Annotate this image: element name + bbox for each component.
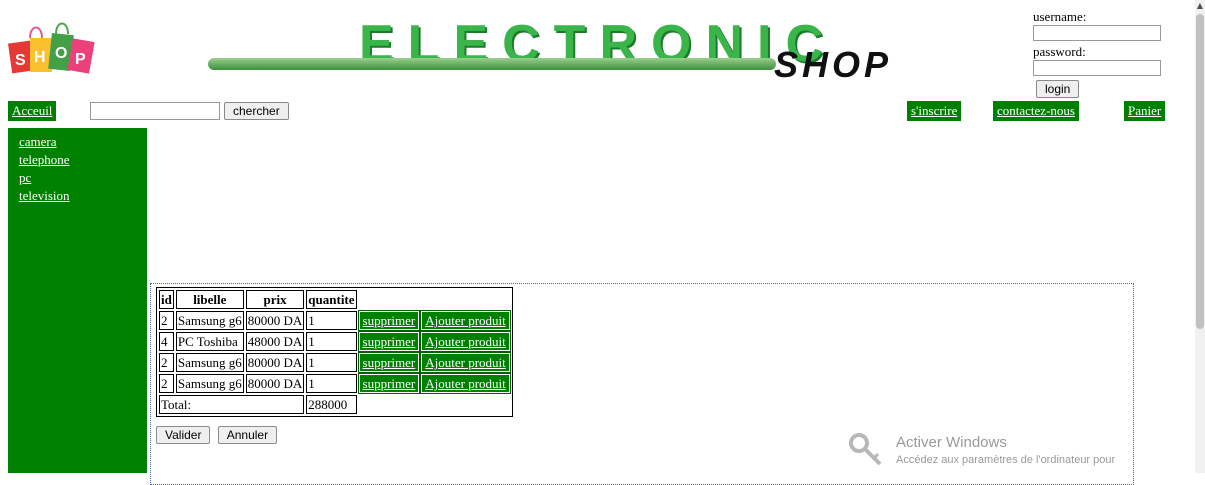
add-product-link[interactable]: Ajouter produit	[425, 313, 506, 328]
cell-id: 2	[159, 353, 174, 372]
column-header-libelle: libelle	[175, 290, 244, 309]
table-row: 4 PC Toshiba 48000 DA 1 supprimer Ajoute…	[159, 331, 511, 352]
cancel-button[interactable]: Annuler	[217, 426, 278, 444]
scroll-up-arrow-icon[interactable]: ▲	[1195, 0, 1205, 12]
key-icon	[849, 433, 882, 466]
add-action: Ajouter produit	[420, 310, 511, 331]
category-sidebar: camera telephone pc television	[8, 128, 147, 473]
cell-libelle: Samsung g6	[175, 311, 244, 330]
cell-quantite: 1	[306, 332, 357, 351]
username-label: username:	[1033, 9, 1087, 24]
add-action: Ajouter produit	[420, 352, 511, 373]
cell-libelle: PC Toshiba	[175, 332, 244, 351]
password-input[interactable]	[1033, 60, 1161, 76]
nav-cart-link[interactable]: Panier	[1124, 101, 1166, 121]
banner-subtitle: SHOP	[774, 44, 893, 85]
watermark-title: Activer Windows	[896, 434, 1007, 451]
table-row: 2 Samsung g6 80000 DA 1 supprimer Ajoute…	[159, 310, 511, 331]
cart-form-buttons: Valider Annuler	[156, 426, 281, 444]
scrollbar-thumb[interactable]	[1196, 14, 1204, 329]
cart-header-row: id libelle prix quantite	[159, 290, 510, 309]
table-row: 2 Samsung g6 80000 DA 1 supprimer Ajoute…	[159, 352, 511, 373]
delete-link[interactable]: supprimer	[363, 334, 416, 349]
cell-quantite: 1	[306, 374, 357, 393]
delete-action: supprimer	[357, 310, 421, 331]
delete-link[interactable]: supprimer	[363, 376, 416, 391]
delete-action: supprimer	[357, 352, 421, 373]
cell-id: 4	[159, 332, 174, 351]
sidebar-item-pc[interactable]: pc	[19, 169, 147, 187]
add-action: Ajouter produit	[420, 331, 511, 352]
add-product-link[interactable]: Ajouter produit	[425, 334, 506, 349]
add-product-link[interactable]: Ajouter produit	[425, 355, 506, 370]
delete-link[interactable]: supprimer	[363, 313, 416, 328]
cell-libelle: Samsung g6	[175, 353, 244, 372]
login-button[interactable]: login	[1036, 80, 1080, 98]
delete-link[interactable]: supprimer	[363, 355, 416, 370]
nav-contact-link[interactable]: contactez-nous	[993, 101, 1079, 121]
username-input[interactable]	[1033, 25, 1161, 41]
column-header-id: id	[159, 290, 174, 309]
search-button[interactable]: chercher	[224, 102, 289, 120]
column-header-quantite: quantite	[306, 290, 357, 309]
password-label: password:	[1033, 44, 1086, 59]
sidebar-item-telephone[interactable]: telephone	[19, 151, 147, 169]
cell-prix: 48000 DA	[245, 332, 305, 351]
total-label: Total:	[159, 395, 305, 414]
delete-action: supprimer	[357, 373, 421, 394]
total-value: 288000	[306, 395, 357, 414]
cell-id: 2	[159, 374, 174, 393]
site-banner: ELECTRONIC SHOP	[200, 18, 1020, 85]
nav-signup-link[interactable]: s'inscrire	[907, 101, 962, 121]
add-action: Ajouter produit	[420, 373, 511, 394]
column-header-prix: prix	[245, 290, 305, 309]
sidebar-item-camera[interactable]: camera	[19, 133, 147, 151]
page-scrollbar[interactable]: ▲	[1195, 0, 1205, 473]
login-form: username: password: login	[1033, 10, 1173, 98]
validate-button[interactable]: Valider	[156, 426, 211, 444]
delete-action: supprimer	[357, 331, 421, 352]
svg-text:O: O	[55, 45, 67, 62]
svg-text:H: H	[34, 49, 46, 66]
cell-libelle: Samsung g6	[175, 374, 244, 393]
sidebar-item-television[interactable]: television	[19, 187, 147, 205]
shop-logo: S H O P	[8, 22, 95, 74]
total-row: Total: 288000	[159, 395, 510, 414]
svg-text:S: S	[15, 52, 26, 69]
banner-bar	[208, 58, 776, 70]
cell-prix: 80000 DA	[245, 374, 305, 393]
watermark-subtitle: Accédez aux paramètres de l'ordinateur p…	[896, 454, 1116, 466]
cell-id: 2	[159, 311, 174, 330]
cell-quantite: 1	[306, 353, 357, 372]
search-input[interactable]	[90, 102, 220, 120]
cell-prix: 80000 DA	[245, 311, 305, 330]
add-product-link[interactable]: Ajouter produit	[425, 376, 506, 391]
cart-table: id libelle prix quantite 2 Samsung g6 80…	[156, 287, 513, 417]
nav-home-link[interactable]: Acceuil	[8, 101, 57, 121]
cell-prix: 80000 DA	[245, 353, 305, 372]
table-row: 2 Samsung g6 80000 DA 1 supprimer Ajoute…	[159, 373, 511, 394]
cell-quantite: 1	[306, 311, 357, 330]
svg-text:P: P	[75, 51, 86, 68]
